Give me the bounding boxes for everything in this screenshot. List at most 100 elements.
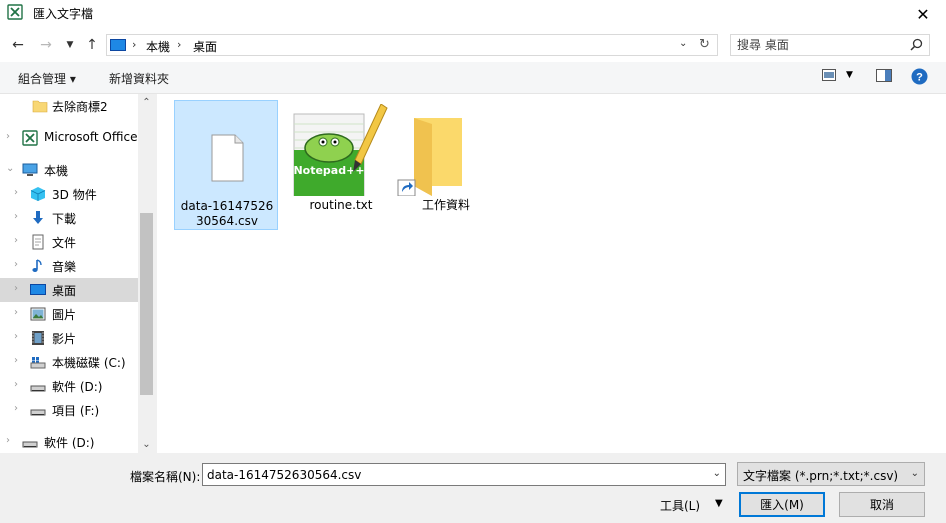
sidebar-item-videos[interactable]: › 影片 xyxy=(0,326,138,350)
chevron-right-icon[interactable]: › xyxy=(14,259,18,270)
3d-objects-icon xyxy=(30,187,46,201)
view-icon xyxy=(822,69,836,81)
sidebar-item-desktop[interactable]: › 桌面 xyxy=(0,278,138,302)
sidebar-item-label: 本機磁碟 (C:) xyxy=(52,356,126,370)
chevron-down-icon: ▼ xyxy=(846,70,853,80)
drive-icon xyxy=(30,409,46,416)
close-icon: ✕ xyxy=(916,4,930,24)
cancel-button[interactable]: 取消 xyxy=(839,492,925,517)
sidebar-item-pictures[interactable]: › 圖片 xyxy=(0,302,138,326)
sidebar-item-label: 軟件 (D:) xyxy=(44,436,95,450)
tools-button[interactable]: 工具(L) ▼ xyxy=(660,497,723,514)
back-button[interactable]: ← xyxy=(8,35,28,55)
organize-button[interactable]: 組合管理 ▾ xyxy=(18,70,76,87)
sidebar-item-microsoft-office[interactable]: › Microsoft Office xyxy=(0,126,138,150)
chevron-right-icon[interactable]: › xyxy=(14,235,18,246)
close-button[interactable]: ✕ xyxy=(900,0,946,28)
chevron-right-icon[interactable]: › xyxy=(14,331,18,342)
chevron-right-icon[interactable]: › xyxy=(6,435,10,446)
chevron-right-icon[interactable]: › xyxy=(14,187,18,198)
file-item-csv[interactable]: data-1614752630564.csv xyxy=(174,100,278,230)
scrollbar-thumb[interactable] xyxy=(140,213,153,395)
address-bar[interactable]: › 本機 › 桌面 ⌄ ↻ xyxy=(106,34,718,56)
file-item-routine-txt[interactable]: Notepad++ routine.txt xyxy=(289,100,393,230)
dialog-footer: 檔案名稱(N): ⌄ 文字檔案 (*.prn;*.txt;*.csv) ⌄ 工具… xyxy=(0,453,946,523)
drive-c-icon xyxy=(30,357,46,369)
file-type-select[interactable]: 文字檔案 (*.prn;*.txt;*.csv) ⌄ xyxy=(737,462,925,486)
chevron-down-icon[interactable]: ⌄ xyxy=(713,468,721,479)
sidebar-item-network-drive-d[interactable]: › 軟件 (D:) xyxy=(0,430,138,453)
sidebar-item-label: 音樂 xyxy=(52,260,77,274)
chevron-right-icon[interactable]: › xyxy=(14,355,18,366)
sidebar-scrollbar[interactable]: ⌃ ⌄ xyxy=(138,94,155,453)
forward-button[interactable]: → xyxy=(36,35,56,55)
change-view-button[interactable] xyxy=(822,69,836,84)
chevron-right-icon[interactable]: › xyxy=(14,283,18,294)
sidebar-item-label: 文件 xyxy=(52,236,77,250)
filename-combobox[interactable]: ⌄ xyxy=(202,463,726,486)
import-button[interactable]: 匯入(M) xyxy=(739,492,825,517)
breadcrumb-this-pc[interactable]: 本機 xyxy=(146,38,170,55)
search-input[interactable] xyxy=(737,37,907,53)
chevron-right-icon[interactable]: › xyxy=(14,307,18,318)
new-folder-button[interactable]: 新增資料夾 xyxy=(109,70,169,87)
chevron-right-icon[interactable]: › xyxy=(14,403,18,414)
search-icon[interactable] xyxy=(910,38,923,51)
documents-icon xyxy=(32,234,44,250)
sidebar-item-this-pc[interactable]: ⌄ 本機 xyxy=(0,158,138,182)
breadcrumb-desktop[interactable]: 桌面 xyxy=(193,38,217,55)
sidebar-item-drive-d[interactable]: › 軟件 (D:) xyxy=(0,374,138,398)
navigation-pane: 去除商標2 › Microsoft Office ⌄ 本機 › 3D 物件 › … xyxy=(0,94,156,453)
chevron-down-icon[interactable]: ⌄ xyxy=(679,38,687,49)
refresh-icon[interactable]: ↻ xyxy=(699,37,710,52)
sidebar-item-label: 桌面 xyxy=(52,284,77,298)
sidebar-item-music[interactable]: › 音樂 xyxy=(0,254,138,278)
sidebar-item-drive-f[interactable]: › 項目 (F:) xyxy=(0,398,138,422)
search-box[interactable] xyxy=(730,34,930,56)
sidebar-item-3d-objects[interactable]: › 3D 物件 xyxy=(0,182,138,206)
desktop-icon xyxy=(110,39,126,51)
sidebar-item-label: 去除商標2 xyxy=(52,100,108,114)
chevron-down-icon: ⌄ xyxy=(910,468,919,479)
sidebar-item-local-disk-c[interactable]: › 本機磁碟 (C:) xyxy=(0,350,138,374)
sidebar-item-downloads[interactable]: › 下載 xyxy=(0,206,138,230)
sidebar-item-label: 圖片 xyxy=(52,308,77,322)
sidebar-item-label: 軟件 (D:) xyxy=(52,380,103,394)
arrow-left-icon: ← xyxy=(12,37,24,53)
scroll-up-icon[interactable]: ⌃ xyxy=(138,94,155,111)
preview-pane-icon xyxy=(876,69,892,82)
navigation-bar: ← → ▼ ↑ › 本機 › 桌面 ⌄ ↻ xyxy=(0,28,946,62)
file-name: data-1614752630564.csv xyxy=(180,199,274,228)
chevron-right-icon[interactable]: › xyxy=(6,131,10,142)
folder-shortcut-icon xyxy=(397,118,462,196)
breadcrumb-separator-icon[interactable]: › xyxy=(132,38,136,51)
filename-input[interactable] xyxy=(207,467,697,483)
sidebar-item-remove-logo-2[interactable]: 去除商標2 xyxy=(0,94,138,118)
sidebar-item-documents[interactable]: › 文件 xyxy=(0,230,138,254)
excel-icon xyxy=(7,4,23,20)
chevron-right-icon[interactable]: › xyxy=(14,211,18,222)
preview-pane-button[interactable] xyxy=(876,69,892,85)
breadcrumb-separator-icon[interactable]: › xyxy=(177,38,181,51)
sidebar-item-label: 影片 xyxy=(52,332,77,346)
excel-icon xyxy=(22,130,38,146)
tools-label: 工具(L) xyxy=(660,499,701,513)
arrow-right-icon: → xyxy=(40,37,52,53)
sidebar-item-label: 3D 物件 xyxy=(52,188,97,202)
folder-item-work-data[interactable]: 工作資料 xyxy=(394,100,498,230)
svg-text:?: ? xyxy=(916,72,923,84)
chevron-right-icon[interactable]: › xyxy=(14,379,18,390)
videos-icon xyxy=(32,331,44,345)
arrow-up-icon: ↑ xyxy=(86,37,98,53)
scroll-down-icon[interactable]: ⌄ xyxy=(138,436,155,453)
sidebar-item-label: 項目 (F:) xyxy=(52,404,100,418)
recent-locations-button[interactable]: ▼ xyxy=(60,35,80,55)
help-button[interactable]: ? xyxy=(911,68,928,88)
sidebar-item-label: Microsoft Office xyxy=(44,130,138,144)
view-options-button[interactable]: ▼ xyxy=(846,70,853,80)
file-name: routine.txt xyxy=(309,198,373,212)
chevron-down-icon[interactable]: ⌄ xyxy=(6,163,14,174)
up-button[interactable]: ↑ xyxy=(82,35,102,55)
window-title: 匯入文字檔 xyxy=(33,7,94,21)
chevron-down-icon: ▼ xyxy=(66,40,74,50)
